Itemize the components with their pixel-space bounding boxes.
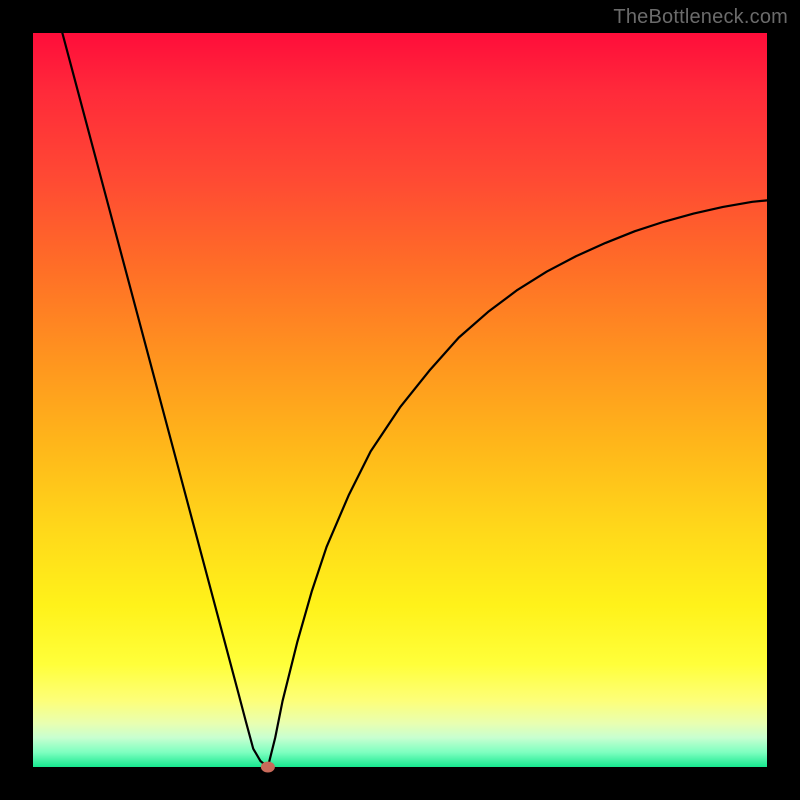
- plot-area: [33, 33, 767, 767]
- minimum-marker: [261, 762, 275, 773]
- bottleneck-curve: [62, 33, 767, 767]
- chart-frame: TheBottleneck.com: [0, 0, 800, 800]
- watermark-text: TheBottleneck.com: [613, 6, 788, 29]
- chart-svg: [33, 33, 767, 767]
